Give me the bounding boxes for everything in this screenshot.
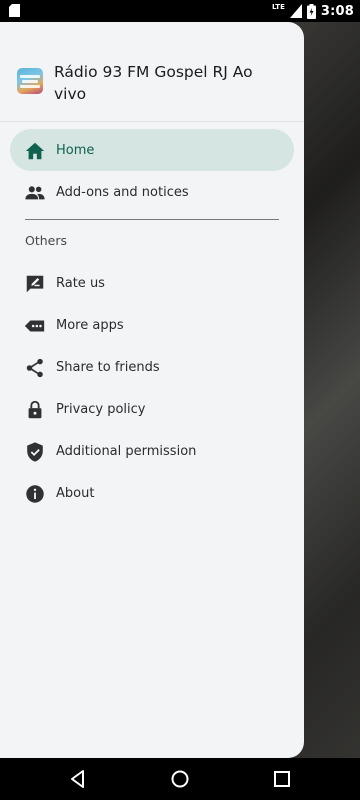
status-bar: LTE 3:08 [0,0,360,22]
more-apps-icon [24,320,45,332]
nav-item-additional-permission[interactable]: Additional permission [10,430,294,472]
rate-icon [26,275,44,293]
nav-item-label: About [56,485,95,501]
divider [25,219,279,220]
people-icon [25,186,45,200]
nav-item-label: Privacy policy [56,401,146,417]
nav-item-label: Home [56,142,95,158]
nav-item-rate-us[interactable]: Rate us [10,262,294,304]
recents-button[interactable] [272,769,292,789]
home-button[interactable] [170,769,190,789]
system-navigation-bar [0,758,360,800]
app-logo [17,68,43,94]
nav-item-label: Share to friends [56,359,160,375]
signal-icon [289,4,302,18]
status-icons: LTE 3:08 [272,2,354,20]
nav-item-label: Add-ons and notices [56,184,189,200]
lock-icon [28,400,42,419]
network-type: LTE [272,2,285,11]
section-label-others: Others [25,233,68,248]
navigation-drawer: Rádio 93 FM Gospel RJ Ao vivo Home Add-o… [0,22,304,758]
info-icon [26,485,44,503]
nav-item-add-ons[interactable]: Add-ons and notices [10,171,294,213]
nav-item-home[interactable]: Home [10,129,294,171]
drawer-header: Rádio 93 FM Gospel RJ Ao vivo [0,22,304,122]
home-icon [25,142,45,160]
sd-card-icon [9,4,20,17]
nav-item-label: More apps [56,317,124,333]
nav-item-more-apps[interactable]: More apps [10,304,294,346]
nav-item-label: Additional permission [56,443,197,459]
nav-item-privacy-policy[interactable]: Privacy policy [10,388,294,430]
clock: 3:08 [320,3,354,19]
share-icon [26,358,43,378]
shield-check-icon [27,442,43,462]
nav-item-label: Rate us [56,275,105,291]
app-title: Rádio 93 FM Gospel RJ Ao vivo [54,63,253,103]
battery-icon [306,3,316,19]
back-button[interactable] [68,769,88,789]
nav-item-about[interactable]: About [10,472,294,514]
nav-item-share[interactable]: Share to friends [10,346,294,388]
